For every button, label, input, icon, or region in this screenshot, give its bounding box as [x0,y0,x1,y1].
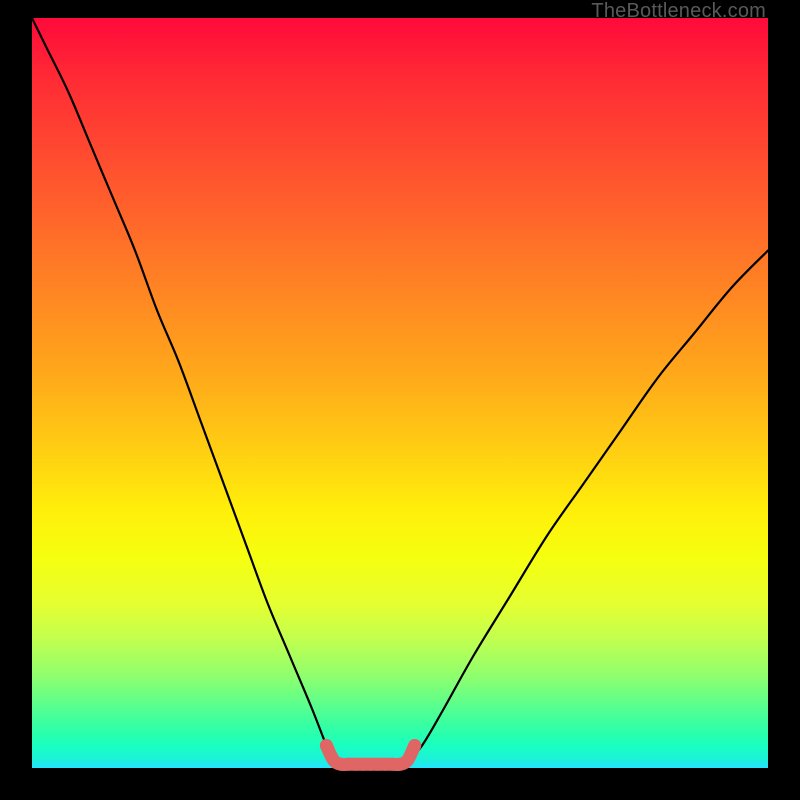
highlight-dot [401,754,414,767]
chart-frame: TheBottleneck.com [0,0,800,800]
highlight-dot [320,739,333,752]
curve-layer [32,18,768,768]
main-curve [32,18,768,765]
plot-area [32,18,768,768]
highlight-dots [320,739,421,771]
highlight-dot [408,739,421,752]
credit-text: TheBottleneck.com [591,0,766,23]
